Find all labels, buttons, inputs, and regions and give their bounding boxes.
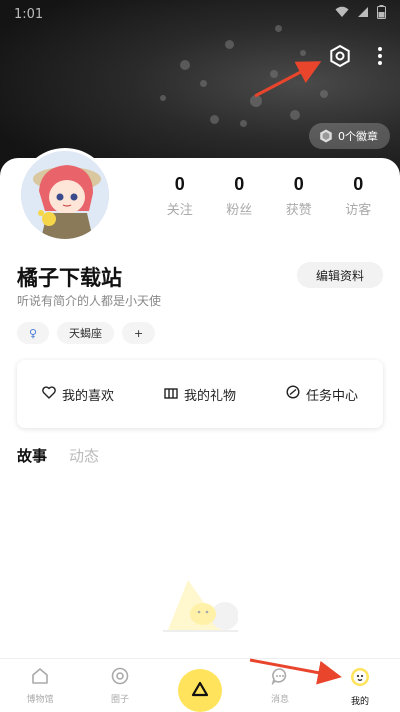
nav-museum[interactable]: 博物馆 xyxy=(0,659,80,712)
settings-icon[interactable] xyxy=(328,44,352,68)
gender-tag[interactable]: ♀ xyxy=(17,322,49,344)
profile-stats: 0 关注 0 粉丝 0 获赞 0 访客 xyxy=(150,174,388,218)
stat-visitors[interactable]: 0 访客 xyxy=(329,174,389,218)
stat-label: 粉丝 xyxy=(226,203,253,218)
stat-value: 0 xyxy=(174,174,185,194)
feature-panel: 我的喜欢 我的礼物 任务中心 xyxy=(17,360,383,428)
nav-create[interactable] xyxy=(160,659,240,712)
avatar[interactable] xyxy=(18,148,112,242)
battery-icon xyxy=(377,5,386,23)
status-bar: 1:01 xyxy=(0,0,400,28)
nav-messages[interactable]: 消息 xyxy=(240,659,320,712)
nav-mine[interactable]: 我的 xyxy=(320,659,400,712)
more-options-icon[interactable] xyxy=(372,44,388,68)
stat-following[interactable]: 0 关注 xyxy=(150,174,210,218)
feature-label: 任务中心 xyxy=(305,388,358,404)
content-tabs: 故事 动态 xyxy=(17,445,99,466)
bio: 听说有简介的人都是小天使 xyxy=(17,294,162,308)
badge-icon xyxy=(320,129,332,143)
stat-label: 获赞 xyxy=(285,203,312,218)
message-icon xyxy=(271,667,289,689)
nav-label: 我的 xyxy=(350,697,369,707)
wifi-icon xyxy=(335,6,349,22)
stat-followers[interactable]: 0 粉丝 xyxy=(210,174,270,218)
tab-moments[interactable]: 动态 xyxy=(69,445,99,466)
feature-label: 我的礼物 xyxy=(183,388,236,404)
stat-value: 0 xyxy=(234,174,245,194)
edit-profile-button[interactable]: 编辑资料 xyxy=(297,262,383,288)
username: 橘子下载站 xyxy=(17,266,122,290)
heart-icon xyxy=(42,385,56,403)
nav-label: 博物馆 xyxy=(26,695,54,705)
nav-circle[interactable]: 圈子 xyxy=(80,659,160,712)
badge-label: 0个徽章 xyxy=(338,130,378,143)
nav-label: 消息 xyxy=(270,695,289,705)
stat-value: 0 xyxy=(353,174,364,194)
badge-button[interactable]: 0个徽章 xyxy=(309,123,390,149)
nav-label: 圈子 xyxy=(110,695,129,705)
my-likes-button[interactable]: 我的喜欢 xyxy=(17,385,139,404)
stat-likes[interactable]: 0 获赞 xyxy=(269,174,329,218)
stat-label: 访客 xyxy=(345,203,372,218)
status-time: 1:01 xyxy=(14,6,44,22)
profile-tags: ♀ 天蝎座 + xyxy=(17,322,156,344)
stat-label: 关注 xyxy=(166,203,193,218)
gift-icon xyxy=(164,386,178,403)
add-tag-button[interactable]: + xyxy=(122,322,156,344)
feature-label: 我的喜欢 xyxy=(61,388,114,404)
my-gifts-button[interactable]: 我的礼物 xyxy=(139,385,261,404)
zodiac-tag[interactable]: 天蝎座 xyxy=(57,322,114,344)
signal-icon xyxy=(357,6,369,22)
create-icon xyxy=(191,681,209,701)
create-button[interactable] xyxy=(178,669,222,712)
profile-icon xyxy=(350,667,370,691)
task-center-button[interactable]: 任务中心 xyxy=(261,385,383,404)
empty-state-illustration xyxy=(163,580,239,635)
bottom-navigation: 博物馆 圈子 消息 我的 xyxy=(0,658,400,712)
tab-stories[interactable]: 故事 xyxy=(17,445,47,466)
task-icon xyxy=(286,385,300,403)
circle-icon xyxy=(111,667,129,689)
stat-value: 0 xyxy=(293,174,304,194)
home-icon xyxy=(31,667,49,689)
